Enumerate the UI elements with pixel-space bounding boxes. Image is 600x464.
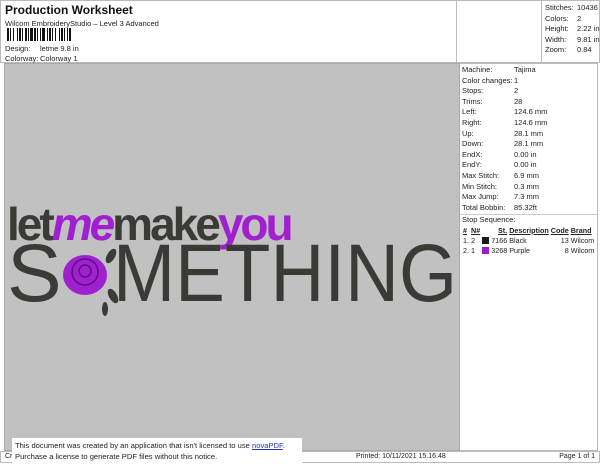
detail-row: Stops: 2 bbox=[462, 86, 519, 96]
novapdf-link[interactable]: novaPDF bbox=[252, 441, 283, 450]
design-field: Design: letme 9.8 in bbox=[5, 44, 79, 53]
art-metthing: METHING bbox=[113, 228, 457, 319]
detail-row: Color changes: 1 bbox=[462, 75, 519, 85]
color-swatch bbox=[482, 247, 490, 255]
detail-row: Up: 28.1 mm bbox=[462, 128, 544, 138]
stat-row: Colors: 2 bbox=[545, 13, 582, 23]
embroidery-artwork: letmemakeyou S METHING bbox=[7, 198, 457, 319]
column-header: N# bbox=[471, 225, 481, 235]
stop-sequence-title: Stop Sequence: bbox=[460, 214, 597, 225]
detail-row: Right: 124.6 mm bbox=[462, 117, 548, 127]
color-swatch bbox=[482, 237, 490, 245]
detail-row: Min Stitch: 0.3 mm bbox=[462, 181, 540, 191]
stop-row: 2. 1 3268 Purple 8 Wilcom bbox=[463, 245, 595, 255]
software-name: Wilcom EmbroideryStudio – Level 3 Advanc… bbox=[5, 19, 159, 28]
rose-icon bbox=[63, 248, 119, 316]
detail-row: Total Bobbin: 85.32ft bbox=[462, 202, 537, 212]
column-header: St. bbox=[498, 225, 508, 235]
detail-row: Left: 124.6 mm bbox=[462, 107, 548, 117]
column-header: Description bbox=[509, 225, 549, 235]
detail-row: Down: 28.1 mm bbox=[462, 139, 544, 149]
stat-row: Zoom: 0.84 bbox=[545, 45, 592, 54]
details-panel: Machine: Tajima Color changes: 1 Stops: 2 Trim… bbox=[460, 63, 598, 451]
art-s: S bbox=[7, 228, 62, 319]
detail-row: Trims: 28 bbox=[462, 96, 523, 106]
column-header: # bbox=[463, 225, 467, 235]
detail-row: Max Stitch: 6.9 mm bbox=[462, 170, 540, 180]
stat-row: Height: 2.22 in bbox=[545, 24, 600, 33]
design-preview: letmemakeyou S METHING bbox=[4, 63, 460, 451]
printed-date: Printed: 10/11/2021 15.16.48 bbox=[356, 453, 446, 460]
page-title: Production Worksheet bbox=[5, 3, 133, 17]
stat-row: Width: 9.81 in bbox=[545, 34, 600, 44]
detail-row: EndY: 0.00 in bbox=[462, 160, 537, 170]
detail-row: EndX: 0.00 in bbox=[462, 149, 537, 159]
column-header: Brand bbox=[570, 225, 592, 235]
license-notice: This document was created by an applicat… bbox=[12, 438, 302, 464]
barcode bbox=[7, 28, 147, 41]
column-header: Code bbox=[550, 225, 569, 235]
stop-sequence-table: # N# St. Description Code Brand 1. 2 7166 Black 1… bbox=[462, 225, 595, 255]
page-number: Page 1 of 1 bbox=[559, 453, 595, 460]
detail-row: Max Jump: 7.3 mm bbox=[462, 192, 540, 202]
stop-row: 1. 2 7166 Black 13 Wilcom bbox=[463, 235, 595, 245]
detail-row: Machine: Tajima bbox=[462, 65, 536, 74]
colorway-field: Colorway: Colorway 1 bbox=[5, 54, 78, 63]
stat-row: Stitches: 10436 bbox=[545, 3, 598, 12]
worksheet-header: Production Worksheet Wilcom EmbroiderySt… bbox=[0, 0, 456, 63]
stats-box: Stitches: 10436 Colors: 2 Height: 2.22 in Widt… bbox=[456, 0, 600, 63]
